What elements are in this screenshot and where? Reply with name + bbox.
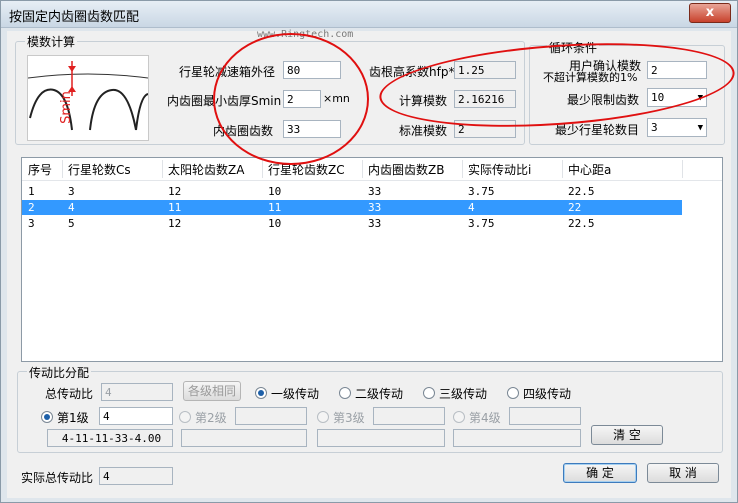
- modulus-group-label: 模数计算: [25, 33, 78, 50]
- stage-count-1-label[interactable]: 一级传动: [271, 385, 319, 402]
- annotation-ellipse-left: [213, 33, 369, 165]
- table-row-selected[interactable]: 2 4 11 11 33 4 22: [22, 200, 682, 215]
- close-button[interactable]: x: [689, 3, 731, 23]
- stage3-input: [373, 407, 445, 425]
- col-header-sun-teeth[interactable]: 太阳轮齿数ZA: [168, 161, 244, 178]
- table-header: 序号 行星轮数Cs 太阳轮齿数ZA 行星轮齿数ZC 内齿圈齿数ZB 实际传动比i…: [22, 158, 722, 181]
- stage2-input: [235, 407, 307, 425]
- table-cell: 22.5: [568, 185, 595, 198]
- stage1-label[interactable]: 第1级: [57, 409, 89, 426]
- smin-diagram-label: Smin: [58, 91, 74, 124]
- table-cell: 22.5: [568, 217, 595, 230]
- table-cell: 1: [28, 185, 35, 198]
- stage3-summary: [317, 429, 445, 447]
- actual-total-field: 4: [99, 467, 173, 485]
- dropdown-arrow-icon: ▼: [697, 123, 703, 133]
- table-cell: 4: [68, 201, 75, 214]
- stage4-input: [509, 407, 581, 425]
- table-cell: 3.75: [468, 217, 495, 230]
- stage4-radio: [453, 411, 465, 423]
- stage-count-3-label[interactable]: 三级传动: [439, 385, 487, 402]
- tooth-diagram-svg: [27, 61, 149, 131]
- table-cell: 12: [168, 185, 182, 198]
- total-ratio-label: 总传动比: [45, 387, 94, 401]
- table-cell: 33: [368, 217, 382, 230]
- table-cell: 11: [168, 201, 182, 214]
- table-cell: 10: [268, 217, 282, 230]
- clear-button[interactable]: 清 空: [591, 425, 663, 445]
- ratio-group-label: 传动比分配: [27, 364, 92, 381]
- stage-count-3-radio[interactable]: [423, 387, 435, 399]
- table-cell: 11: [268, 201, 282, 214]
- stage-count-4-radio[interactable]: [507, 387, 519, 399]
- col-header-center-distance[interactable]: 中心距a: [568, 161, 611, 178]
- title-bar[interactable]: 按固定内齿圈齿数匹配 x: [1, 1, 737, 28]
- table-cell: 10: [268, 185, 282, 198]
- stage-count-1-radio[interactable]: [255, 387, 267, 399]
- table-cell: 2: [28, 201, 35, 214]
- table-cell: 33: [368, 201, 382, 214]
- table-cell: 3: [28, 217, 35, 230]
- table-cell: 3.75: [468, 185, 495, 198]
- stage1-summary: 4-11-11-33-4.00: [47, 429, 173, 447]
- table-cell: 22: [568, 201, 582, 214]
- stage1-input[interactable]: 4: [99, 407, 173, 425]
- table-cell: 4: [468, 201, 475, 214]
- min-planets-value: 3: [651, 121, 658, 134]
- dialog-client: 模数计算 www.Ringtech.com Smin 行星轮减速箱外径 80 内…: [7, 29, 738, 498]
- ok-button[interactable]: 确 定: [563, 463, 637, 483]
- same-ratio-button[interactable]: 各级相同: [183, 381, 241, 401]
- stage4-label: 第4级: [469, 411, 501, 425]
- cancel-button[interactable]: 取 消: [647, 463, 719, 483]
- std-mod-label: 标准模数: [399, 124, 448, 138]
- stage2-label: 第2级: [195, 411, 227, 425]
- stage1-radio[interactable]: [41, 411, 53, 423]
- table-row[interactable]: 1 3 12 10 33 3.75 22.5: [22, 184, 682, 199]
- col-header-ring-teeth[interactable]: 内齿圈齿数ZB: [368, 161, 444, 178]
- min-planets-select[interactable]: 3 ▼: [647, 118, 707, 137]
- tooth-diagram: Smin: [27, 55, 149, 141]
- stage3-label: 第3级: [333, 411, 365, 425]
- stage4-summary: [453, 429, 581, 447]
- stage2-summary: [181, 429, 307, 447]
- table-cell: 5: [68, 217, 75, 230]
- table-cell: 12: [168, 217, 182, 230]
- stage3-radio: [317, 411, 329, 423]
- stage-count-2-label[interactable]: 二级传动: [355, 385, 403, 402]
- table-row[interactable]: 3 5 12 10 33 3.75 22.5: [22, 216, 682, 231]
- actual-total-label: 实际总传动比: [21, 471, 94, 485]
- dialog-window: 按固定内齿圈齿数匹配 x 模数计算 www.Ringtech.com Smin …: [0, 0, 738, 503]
- window-title: 按固定内齿圈齿数匹配: [9, 10, 140, 25]
- table-cell: 3: [68, 185, 75, 198]
- total-ratio-field: 4: [101, 383, 173, 401]
- col-header-index[interactable]: 序号: [28, 161, 52, 178]
- table-cell: 33: [368, 185, 382, 198]
- stage-count-2-radio[interactable]: [339, 387, 351, 399]
- stage-count-4-label[interactable]: 四级传动: [523, 385, 571, 402]
- col-header-ratio[interactable]: 实际传动比i: [468, 161, 531, 178]
- col-header-planets[interactable]: 行星轮数Cs: [68, 161, 131, 178]
- result-table[interactable]: 序号 行星轮数Cs 太阳轮齿数ZA 行星轮齿数ZC 内齿圈齿数ZB 实际传动比i…: [21, 157, 723, 362]
- stage2-radio: [179, 411, 191, 423]
